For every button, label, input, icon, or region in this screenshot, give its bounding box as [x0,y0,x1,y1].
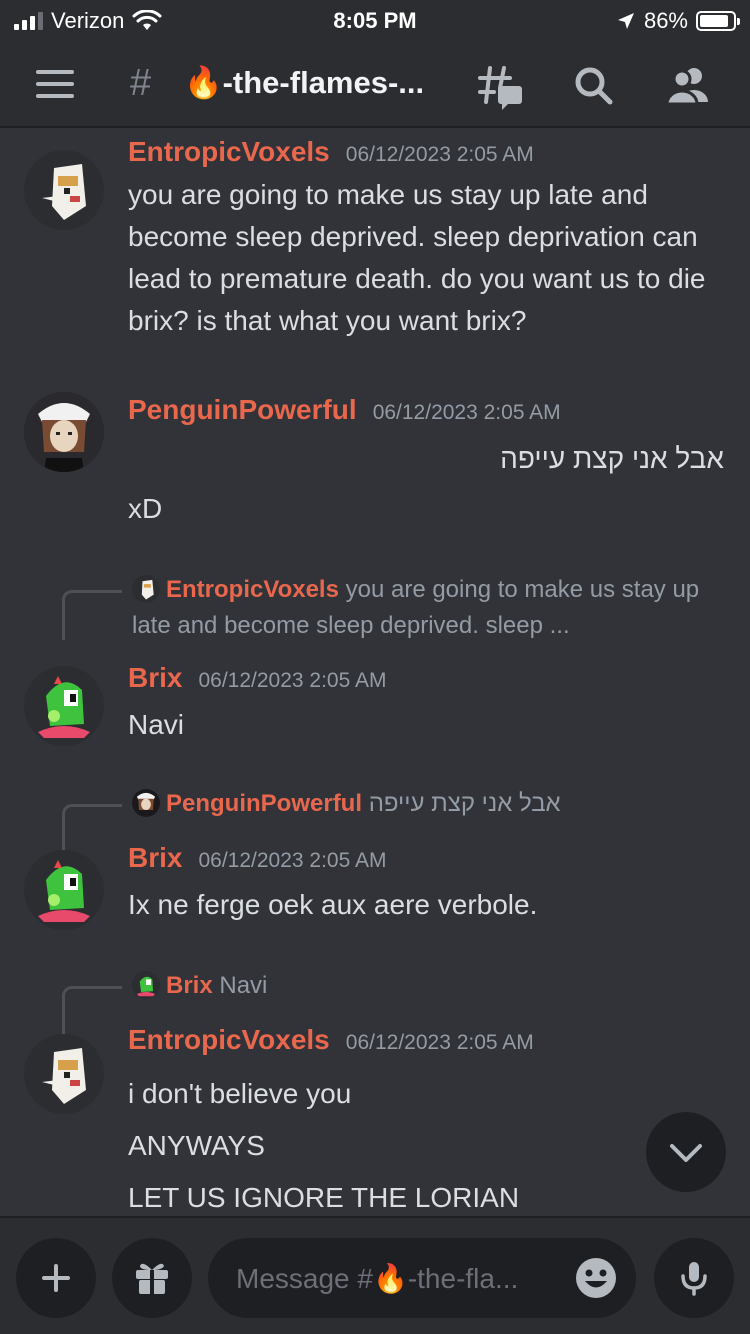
duck-avatar-icon [42,164,86,220]
message-input-placeholder: Message #🔥-the-fla... [236,1263,519,1294]
threads-icon[interactable] [476,62,524,110]
message-line: ANYWAYS [128,1130,265,1161]
message-header: EntropicVoxels 06/12/2023 2:05 AM [128,1024,534,1056]
avatar[interactable] [24,1034,104,1114]
channel-header: # 🔥-the-flames-... [0,40,750,128]
message-text: you are going to make us stay up late an… [128,179,706,336]
username[interactable]: EntropicVoxels [128,1024,330,1055]
message-line: i don't believe you [128,1078,352,1109]
username[interactable]: Brix [128,842,182,873]
status-bar: Verizon 8:05 PM 86% [0,0,750,40]
emoji-icon[interactable] [572,1254,620,1302]
reply-username[interactable]: PenguinPowerful [166,790,362,817]
reply-username[interactable]: EntropicVoxels [166,576,339,603]
reply-avatar [132,971,160,999]
timestamp: 06/12/2023 2:05 AM [345,143,534,166]
username[interactable]: Brix [128,662,182,693]
status-right: 86% [616,8,740,34]
reply-username[interactable]: Brix [166,972,213,999]
message-composer: Message #🔥-the-fla... [0,1216,750,1334]
dragon-avatar-icon [38,676,90,738]
reply-connector [62,804,122,854]
add-attachment-button[interactable] [16,1238,96,1318]
carrier-label: Verizon [51,8,125,33]
message-header: Brix 06/12/2023 2:05 AM [128,662,386,694]
message-text-line2: xD [128,493,163,524]
members-icon[interactable] [664,62,712,110]
timestamp: 06/12/2023 2:05 AM [372,401,561,424]
username[interactable]: EntropicVoxels [128,136,330,167]
reply-text: Navi [219,972,268,999]
signal-icon [14,12,43,30]
search-icon[interactable] [570,62,618,110]
username[interactable]: PenguinPowerful [128,394,357,425]
timestamp: 06/12/2023 2:05 AM [198,849,387,872]
battery-fill [700,15,728,27]
reply-preview[interactable]: Brix Navi [132,968,732,1004]
status-left: Verizon [14,8,162,34]
avatar[interactable] [24,850,104,930]
message-list[interactable]: EntropicVoxels 06/12/2023 2:05 AM you are… [0,130,750,1216]
voice-message-button[interactable] [654,1238,734,1318]
message-header: PenguinPowerful 06/12/2023 2:05 AM [128,394,561,426]
message-text: Ix ne ferge oek aux aere verbole. [128,889,538,920]
timestamp: 06/12/2023 2:05 AM [198,669,387,692]
reply-connector [62,986,122,1036]
microphone-icon [681,1262,707,1296]
reply-avatar [132,575,160,603]
timestamp: 06/12/2023 2:05 AM [345,1031,534,1054]
battery-percent: 86% [643,8,688,33]
reply-avatar [132,789,160,817]
reply-preview[interactable]: PenguinPowerful אבל אני קצת עייפה [132,786,732,822]
reply-preview[interactable]: EntropicVoxels you are going to make us … [132,572,732,644]
message-text: Navi [128,709,185,740]
duck-avatar-icon [42,1048,86,1104]
gift-icon [136,1263,168,1294]
message-text: i don't believe you ANYWAYS LET US IGNOR… [128,1068,718,1216]
plus-icon [42,1264,70,1292]
message-input[interactable]: Message #🔥-the-fla... [208,1238,636,1318]
wifi-icon [132,10,162,30]
location-arrow-icon [617,13,634,29]
avatar[interactable] [24,392,104,472]
chevron-down-icon [670,1144,702,1162]
penguin-avatar-icon [24,392,104,472]
message-header: EntropicVoxels 06/12/2023 2:05 AM [128,136,534,168]
channel-name[interactable]: 🔥-the-flames-... [184,64,424,101]
battery-icon [696,11,740,31]
dragon-avatar-icon [38,860,90,922]
avatar[interactable] [24,666,104,746]
gift-button[interactable] [112,1238,192,1318]
reply-text: אבל אני קצת עייפה [368,790,561,817]
channel-hash-icon: # [130,62,152,104]
reply-connector [62,590,122,640]
message-header: Brix 06/12/2023 2:05 AM [128,842,386,874]
jump-to-latest-button[interactable] [646,1112,726,1192]
message-text-rtl: אבל אני קצת עייפה [500,443,724,474]
menu-icon[interactable] [36,70,74,98]
avatar[interactable] [24,150,104,230]
message-line: LET US IGNORE THE LORIAN [128,1182,520,1213]
